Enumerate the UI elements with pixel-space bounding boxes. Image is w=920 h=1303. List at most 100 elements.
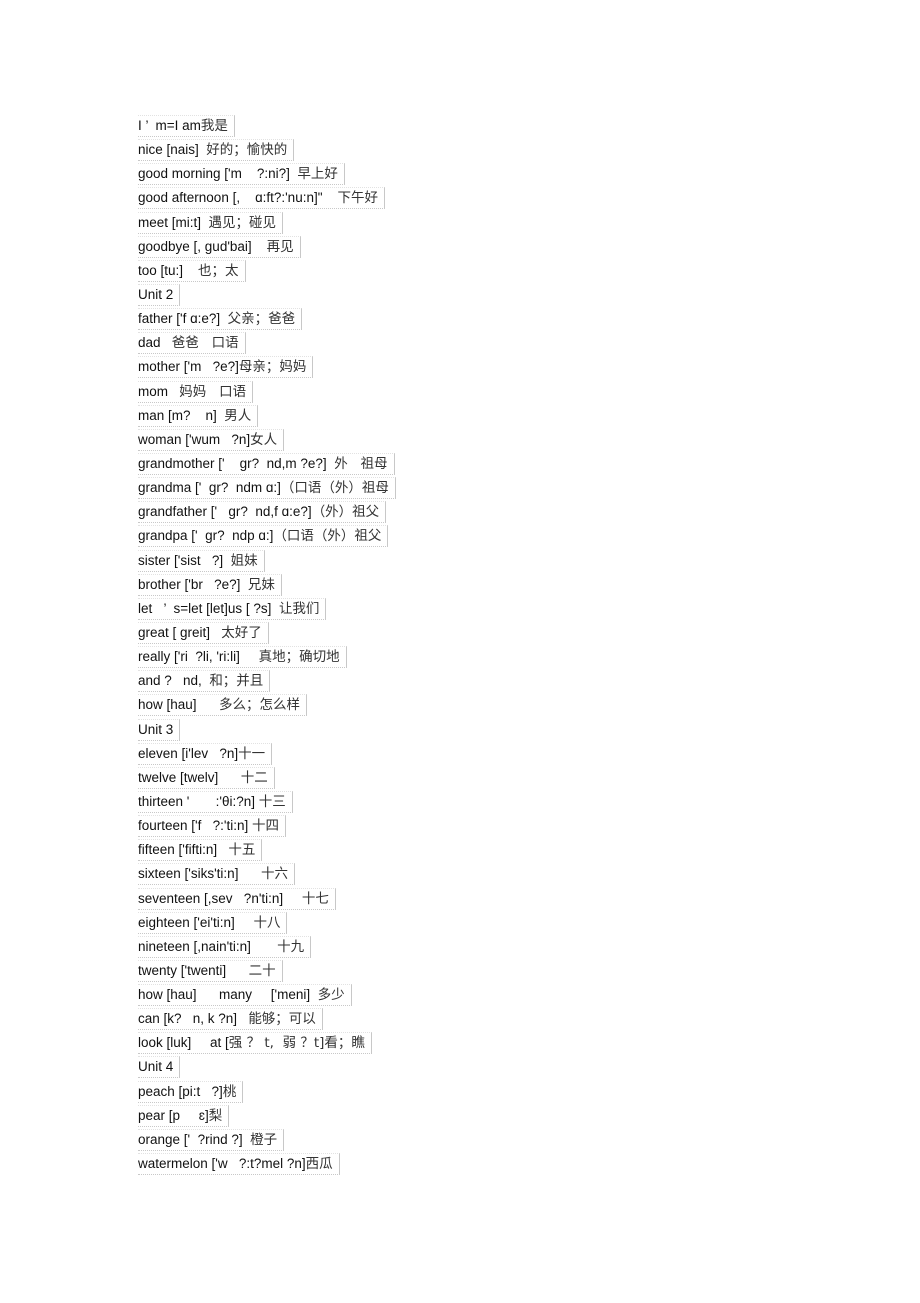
english-word-phonetic: good afternoon [, ɑ:ft?:'nu:n]": [138, 190, 338, 206]
vocab-entry: father ['f ɑ:e?] 父亲；爸爸: [138, 308, 303, 331]
chinese-meaning: 十三: [258, 793, 286, 810]
vocab-entry: twenty ['twenti] 二十: [138, 959, 283, 982]
chinese-meaning: 妈妈 口语: [179, 383, 247, 400]
chinese-meaning: 爸爸 口语: [171, 335, 239, 352]
chinese-meaning: 我是: [200, 118, 228, 134]
english-word-phonetic: grandma [' ɡr? ndm ɑ:]: [138, 480, 281, 496]
chinese-meaning: 能够；可以: [248, 1011, 316, 1028]
english-word-phonetic: grandmother [' ɡr? nd,m ?e?]: [138, 455, 335, 471]
english-word-phonetic: goodbye [, ɡud'bai]: [138, 238, 267, 254]
chinese-meaning: 也；太: [198, 262, 239, 279]
unit-heading-text: Unit 3: [138, 721, 174, 737]
chinese-meaning: 姐妹: [230, 552, 258, 569]
chinese-meaning: 十八: [253, 914, 281, 931]
english-word-phonetic: grandfather [' ɡr? nd,f ɑ:e?]: [138, 504, 312, 520]
vocab-entry: sixteen ['siks'ti:n] 十六: [138, 863, 295, 886]
vocab-entry: grandpa [' ɡr? ndp ɑ:] （口语（外）祖父: [138, 525, 389, 548]
vocab-entry: meet [mi:t] 遇见；碰见: [138, 211, 284, 234]
vocab-entry: good afternoon [, ɑ:ft?:'nu:n]" 下午好: [138, 187, 386, 210]
vocab-entry: can [k? n, k ?n] 能够；可以: [138, 1008, 323, 1031]
chinese-meaning: （口语（外）祖母: [280, 480, 389, 497]
english-word-phonetic: nineteen [,nain'ti:n]: [138, 938, 278, 954]
vocab-entry: fourteen ['f ?:'ti:n] 十四: [138, 815, 286, 838]
unit-heading: Unit 4: [138, 1056, 181, 1079]
english-word-phonetic: let ’ s=let [let]us [ ?s]: [138, 600, 279, 616]
english-word-phonetic: twelve [twelv]: [138, 769, 241, 785]
english-word-phonetic: mom: [138, 383, 180, 399]
vocab-entry: orange [' ?rind ?] 橙子: [138, 1128, 285, 1151]
chinese-meaning: 二十: [248, 962, 276, 979]
chinese-meaning: 十九: [277, 938, 305, 955]
chinese-meaning: 梨: [208, 1107, 223, 1124]
vocab-entry: fifteen ['fifti:n] 十五: [138, 839, 263, 862]
chinese-meaning: 十七: [301, 890, 329, 907]
chinese-meaning: 桃: [222, 1083, 237, 1100]
chinese-meaning: 十二: [240, 769, 268, 786]
chinese-meaning: 父亲；爸爸: [227, 311, 296, 328]
chinese-meaning: 橙子: [250, 1131, 278, 1148]
unit-heading-text: Unit 4: [138, 1059, 174, 1075]
english-word-phonetic: fourteen ['f ?:'ti:n]: [138, 818, 252, 834]
vocab-entry: man [m? n] 男人: [138, 404, 259, 427]
vocab-entry: nineteen [,nain'ti:n] 十九: [138, 935, 312, 958]
vocab-entry: great [ ɡreit] 太好了: [138, 621, 269, 644]
chinese-meaning: 太好了: [221, 624, 262, 641]
english-word-phonetic: how [hau] many ['meni]: [138, 987, 318, 1003]
english-word-phonetic: meet [mi:t]: [138, 214, 209, 230]
english-word-phonetic: good morning ['m ?:ni?]: [138, 166, 298, 182]
vocab-entry: good morning ['m ?:ni?] 早上好: [138, 163, 345, 186]
chinese-meaning: 遇见；碰见: [208, 214, 277, 231]
vocab-entry: pear [p ɛ] 梨: [138, 1104, 230, 1127]
vocab-entry: how [hau] many ['meni] 多少: [138, 984, 352, 1007]
vocab-entry: look [luk] at [强 ？ t, 弱 ？t]看；瞧: [138, 1032, 372, 1055]
english-word-phonetic: nice [nais]: [138, 142, 207, 158]
vocab-entry: woman ['wum ?n] 女人: [138, 428, 285, 451]
vocab-entry: sister ['sist ?] 姐妹: [138, 549, 265, 572]
vocab-entry: grandma [' ɡr? ndm ɑ:] （口语（外）祖母: [138, 477, 396, 500]
vocab-entry: really ['ri ?li, 'ri:li] 真地；确切地: [138, 646, 347, 669]
vocab-entry: too [tu:] 也；太: [138, 259, 246, 282]
english-word-phonetic: dad: [138, 335, 172, 351]
chinese-meaning: 早上好: [297, 166, 338, 183]
document-page: I ’ m=I am 我是 nice [nais] 好的；愉快的 good morni…: [138, 115, 396, 1177]
english-word-phonetic: orange [' ?rind ?]: [138, 1131, 251, 1147]
chinese-meaning: 真地；确切地: [258, 649, 340, 666]
chinese-meaning: 和；并且: [209, 673, 264, 690]
chinese-meaning: 女人: [250, 431, 278, 448]
vocab-entry: seventeen [,sev ?n'ti:n] 十七: [138, 887, 336, 910]
chinese-meaning: 再见: [266, 238, 294, 255]
english-word-phonetic: brother ['br ?e?]: [138, 576, 248, 592]
vocabulary-list: I ’ m=I am 我是 nice [nais] 好的；愉快的 good morni…: [138, 115, 396, 1177]
english-word-phonetic: really ['ri ?li, 'ri:li]: [138, 649, 259, 665]
vocab-entry: thirteen ' :'θi:?n] 十三: [138, 790, 293, 813]
vocab-entry: grandfather [' ɡr? nd,f ɑ:e?] （外）祖父: [138, 501, 387, 524]
english-word-phonetic: pear [p ɛ]: [138, 1107, 209, 1123]
vocab-entry: brother ['br ?e?] 兄妹: [138, 573, 282, 596]
unit-heading: Unit 3: [138, 718, 181, 741]
vocab-entry: twelve [twelv] 十二: [138, 766, 275, 789]
english-word-phonetic: mother ['m ?e?]: [138, 359, 239, 375]
chinese-meaning: 十六: [260, 866, 288, 883]
chinese-meaning: 外 祖母: [334, 455, 388, 472]
english-word-phonetic: great [ ɡreit]: [138, 624, 222, 640]
vocab-entry: I ’ m=I am 我是: [138, 115, 235, 137]
chinese-meaning: 多少: [317, 987, 345, 1004]
vocab-entry: dad 爸爸 口语: [138, 332, 246, 355]
english-word-phonetic: thirteen ' :'θi:?n]: [138, 793, 259, 809]
vocab-entry: grandmother [' ɡr? nd,m ?e?] 外 祖母: [138, 452, 395, 475]
chinese-meaning: 多么；怎么样: [219, 697, 301, 714]
english-word-phonetic: how [hau]: [138, 697, 220, 713]
vocab-entry: watermelon ['w ?:t?mel ?n] 西瓜: [138, 1153, 340, 1176]
english-word-phonetic: watermelon ['w ?:t?mel ?n]: [138, 1156, 306, 1172]
vocab-entry: eleven [i'lev ?n] 十一: [138, 742, 273, 765]
unit-heading-text: Unit 2: [138, 286, 174, 302]
english-word-phonetic: fifteen ['fifti:n]: [138, 842, 229, 858]
english-word-phonetic: too [tu:]: [138, 262, 199, 278]
vocab-entry: peach [pi:t ?] 桃: [138, 1080, 244, 1103]
english-word-phonetic: sister ['sist ?]: [138, 552, 231, 568]
vocab-entry: let ’ s=let [let]us [ ?s] 让我们: [138, 597, 327, 620]
english-word-phonetic: grandpa [' ɡr? ndp ɑ:]: [138, 528, 274, 544]
english-word-phonetic: seventeen [,sev ?n'ti:n]: [138, 890, 302, 906]
chinese-meaning: 好的；愉快的: [206, 142, 288, 159]
unit-heading: Unit 2: [138, 283, 181, 306]
